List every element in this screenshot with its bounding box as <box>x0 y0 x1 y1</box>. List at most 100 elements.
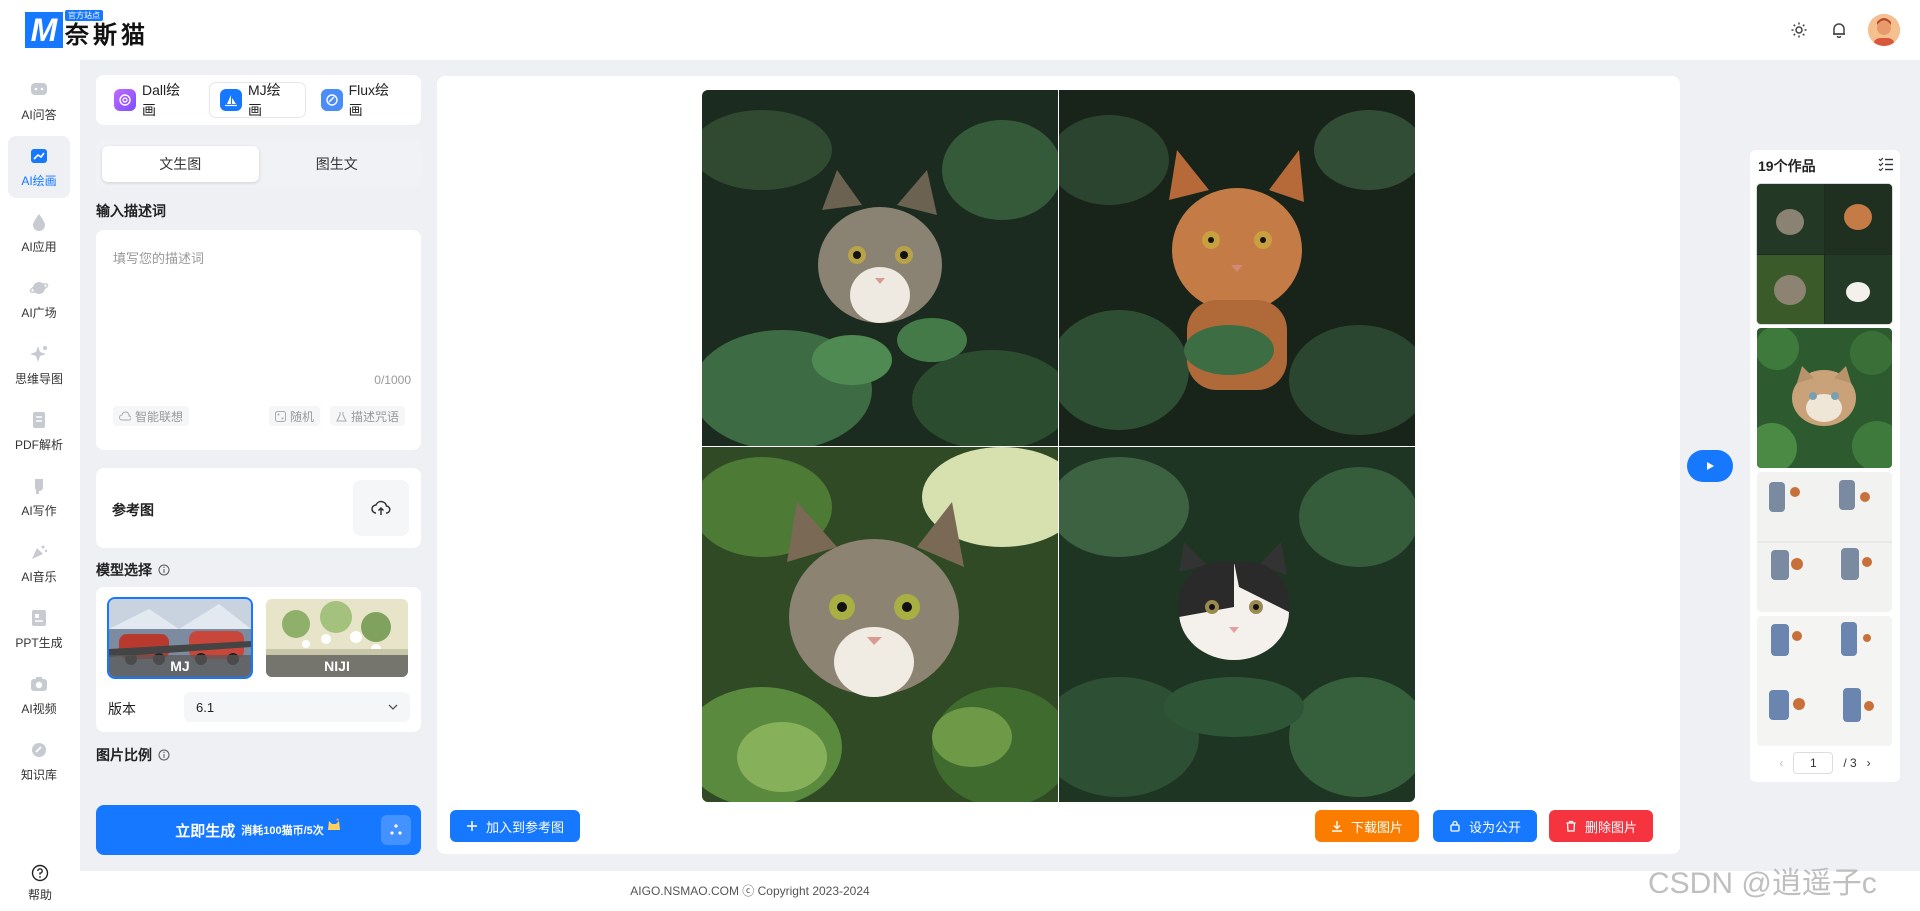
tab-mj[interactable]: MJ绘画 <box>210 82 305 118</box>
download-button[interactable]: 下载图片 <box>1315 810 1420 842</box>
work-thumbnail-2[interactable] <box>1757 328 1892 468</box>
painting-icon <box>31 148 47 163</box>
work-thumbnail-4[interactable] <box>1757 616 1892 746</box>
bell-icon[interactable] <box>1828 19 1850 41</box>
random-button[interactable]: 随机 <box>269 406 321 426</box>
dice-icon <box>275 410 286 422</box>
sidebar-item-ai-music[interactable]: AI音乐 <box>8 532 70 594</box>
work-thumbnail-1[interactable] <box>1757 184 1892 324</box>
play-icon <box>1707 462 1714 470</box>
sidebar-item-ai-writing[interactable]: AI写作 <box>8 466 70 528</box>
version-value: 6.1 <box>196 699 215 715</box>
generate-button[interactable]: 立即生成 消耗100猫币/5次 <box>96 805 421 855</box>
set-public-button[interactable]: 设为公开 <box>1433 810 1538 842</box>
sidebar-item-ai-apps[interactable]: AI应用 <box>8 202 70 264</box>
drop-icon <box>33 213 45 231</box>
top-bar: M 官方站点 奈斯猫 <box>0 0 1920 60</box>
info-icon[interactable] <box>158 749 170 761</box>
model-card: MJ NIJI 版本 6.1 <box>96 587 421 732</box>
toggle-panel-button[interactable] <box>1687 450 1733 482</box>
avatar[interactable] <box>1868 14 1900 46</box>
planet-icon <box>29 281 49 294</box>
model-option-mj[interactable]: MJ <box>109 599 251 677</box>
reference-label: 参考图 <box>112 502 154 518</box>
version-select[interactable]: 6.1 <box>184 692 410 722</box>
set-public-label: 设为公开 <box>1469 819 1522 835</box>
watermark: CSDN @逍遥子c <box>1648 867 1877 900</box>
sidebar-item-label: 知识库 <box>20 767 57 782</box>
ratio-text: 图片比例 <box>96 747 152 763</box>
model-tabs: Dall绘画 MJ绘画 Flux绘画 <box>96 75 421 125</box>
model-option-niji[interactable]: NIJI <box>266 599 408 677</box>
version-label: 版本 <box>108 701 136 717</box>
generated-image-2[interactable] <box>1059 90 1415 446</box>
tab-label: Flux绘画 <box>348 82 390 118</box>
page-input[interactable]: 1 <box>1793 752 1834 774</box>
tab-dall[interactable]: Dall绘画 <box>104 82 204 118</box>
model-select-label: 模型选择 <box>96 560 170 580</box>
tab-image-to-text[interactable]: 图生文 <box>259 146 416 182</box>
sidebar-item-label: 思维导图 <box>14 371 63 386</box>
sidebar-item-label: PPT生成 <box>15 635 63 650</box>
logo[interactable]: M 官方站点 奈斯猫 <box>25 10 160 52</box>
theme-toggle-icon[interactable] <box>1788 19 1810 41</box>
sidebar-item-ai-video[interactable]: AI视频 <box>8 664 70 726</box>
prev-page-icon[interactable]: ‹ <box>1779 756 1783 770</box>
cloud-icon <box>119 411 131 421</box>
next-page-icon[interactable]: › <box>1867 756 1871 770</box>
logo-mark: M <box>25 12 63 48</box>
camera-icon <box>31 676 47 691</box>
openai-icon <box>114 89 136 111</box>
version-row: 版本 6.1 <box>96 692 421 722</box>
spell-button[interactable]: 描述咒语 <box>330 406 406 426</box>
checklist-icon[interactable] <box>1878 157 1894 176</box>
chevron-down-icon <box>388 704 398 710</box>
mode-tabs: 文生图 图生文 <box>96 140 421 188</box>
model-select-text: 模型选择 <box>96 562 152 578</box>
document-icon <box>33 411 45 428</box>
writing-icon <box>35 478 43 494</box>
brand-name: 奈斯猫 <box>65 22 149 49</box>
flask-icon <box>336 411 347 421</box>
image-canvas: 加入到参考图 下载图片 设为公开 删除图片 <box>437 76 1680 854</box>
generated-image-3[interactable] <box>702 447 1058 802</box>
sidebar-item-ai-chat[interactable]: AI问答 <box>8 70 70 132</box>
lock-icon <box>1450 820 1460 832</box>
prompt-input[interactable]: 填写您的描述词 <box>113 248 204 267</box>
sidebar-item-ai-painting[interactable]: AI绘画 <box>8 136 70 198</box>
add-to-reference-label: 加入到参考图 <box>486 819 565 835</box>
generate-cost: 消耗100猫币/5次 <box>241 825 324 837</box>
works-panel: 19个作品 ‹ 1 / 3 › <box>1750 150 1900 782</box>
sidebar-item-label: AI问答 <box>21 107 57 122</box>
prompt-box[interactable]: 填写您的描述词 0/1000 智能联想 随机 描述咒语 <box>96 230 421 450</box>
reference-card: 参考图 <box>96 468 421 548</box>
sidebar-item-ppt[interactable]: PPT生成 <box>8 598 70 660</box>
tab-flux[interactable]: Flux绘画 <box>311 82 413 118</box>
cat-coin-icon <box>327 818 340 830</box>
add-to-reference-button[interactable]: 加入到参考图 <box>450 810 581 842</box>
delete-button[interactable]: 删除图片 <box>1549 810 1654 842</box>
char-counter: 0/1000 <box>374 373 411 387</box>
download-label: 下载图片 <box>1351 819 1404 835</box>
spell-label: 描述咒语 <box>351 409 400 424</box>
info-icon[interactable] <box>158 564 170 576</box>
smart-suggest-button[interactable]: 智能联想 <box>113 406 190 426</box>
sidebar-item-pdf[interactable]: PDF解析 <box>8 400 70 462</box>
upload-button[interactable] <box>353 480 409 536</box>
sidebar-item-ai-square[interactable]: AI广场 <box>8 268 70 330</box>
settings-dots-icon[interactable] <box>381 815 411 845</box>
upload-cloud-icon <box>371 500 391 515</box>
generated-image-grid[interactable] <box>702 90 1415 802</box>
flux-icon <box>320 89 343 111</box>
sidebar-item-label: AI音乐 <box>21 569 57 584</box>
generated-image-4[interactable] <box>1059 447 1415 802</box>
sidebar: AI问答 AI绘画 AI应用 AI广场 思维导图 PDF解析 AI写作 AI音乐… <box>0 70 80 911</box>
model-option-label: MJ <box>109 655 251 677</box>
work-thumbnail-3[interactable] <box>1757 472 1892 612</box>
generated-image-1[interactable] <box>702 90 1058 446</box>
sidebar-item-label: AI视频 <box>21 701 57 716</box>
sidebar-item-knowledge[interactable]: 知识库 <box>8 730 70 792</box>
sidebar-item-mindmap[interactable]: 思维导图 <box>8 334 70 396</box>
knowledge-icon <box>32 742 46 757</box>
tab-text-to-image[interactable]: 文生图 <box>102 146 259 182</box>
